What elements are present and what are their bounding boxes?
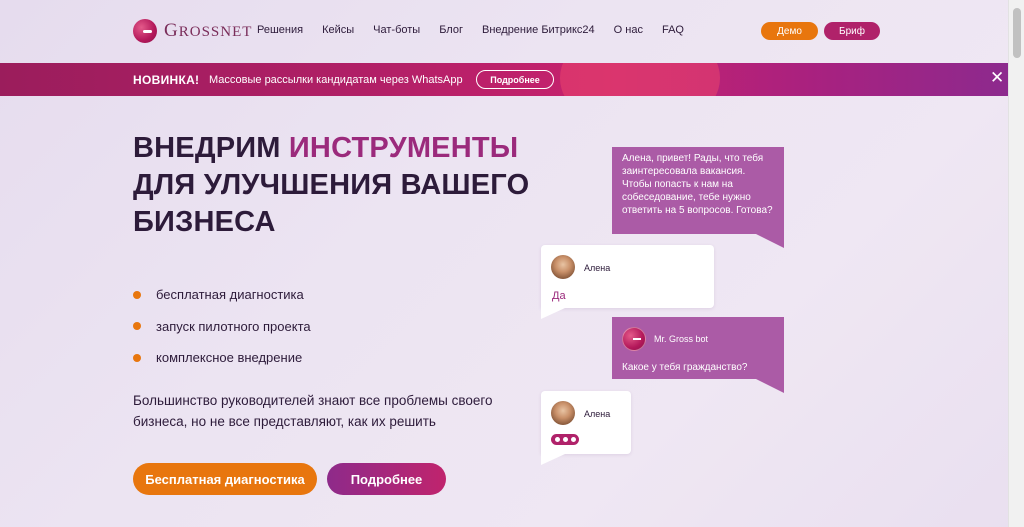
hero-title-accent: ИНСТРУМЕНТЫ [288,132,519,164]
list-item: запуск пилотного проекта [133,311,311,343]
grossnet-logo[interactable]: GROSSNET [133,18,252,44]
feature-list: бесплатная диагностика запуск пилотного … [133,279,311,374]
main-nav: Решения Кейсы Чат-боты Блог Внедрение Би… [257,24,703,36]
nav-item-faq[interactable]: FAQ [662,24,684,36]
hero-description: Большинство руководителей знают все проб… [133,393,493,429]
list-item: комплексное внедрение [133,342,311,374]
user-name: Алена [584,409,611,419]
user-name: Алена [584,263,611,273]
hero-title: ВНЕДРИМ ИНСТРУМЕНТЫ ДЛЯ УЛУЧШЕНИЯ ВАШЕГО… [133,132,530,238]
banner-text: Массовые рассылки кандидатам через Whats… [209,74,463,86]
banner-more-button[interactable]: Подробнее [476,70,554,89]
nav-item-blog[interactable]: Блог [439,24,463,36]
more-button[interactable]: Подробнее [327,463,446,495]
user-message-bubble: Алена Да [541,245,714,319]
site-header: GROSSNET Решения Кейсы Чат-боты Блог Вне… [0,0,1008,62]
close-icon[interactable]: ✕ [990,68,1004,88]
logo-text: GROSSNET [164,20,253,41]
avatar-icon [551,401,575,425]
bullet-icon [133,322,141,331]
banner-badge: НОВИНКА! [133,73,200,87]
brief-button[interactable]: Бриф [824,22,880,40]
user-answer: Да [552,290,566,302]
bot-message-bubble-2: Mr. Gross bot Какое у тебя гражданство? [612,317,784,393]
scrollbar-thumb[interactable] [1013,8,1021,58]
typing-indicator-icon [551,434,579,445]
free-diagnostics-button[interactable]: Бесплатная диагностика [133,463,317,495]
avatar-icon [551,255,575,279]
bullet-icon [133,353,141,362]
demo-button[interactable]: Демо [761,22,818,40]
nav-item-bitrix24[interactable]: Внедрение Битрикс24 [482,24,595,36]
nav-item-cases[interactable]: Кейсы [322,24,354,36]
bullet-icon [133,290,141,299]
promo-banner: НОВИНКА! Массовые рассылки кандидатам че… [0,63,1013,96]
bot-avatar-icon [622,327,646,351]
bot-name: Mr. Gross bot [654,333,709,344]
page-scrollbar[interactable] [1008,0,1024,527]
grossnet-logo-icon [133,19,157,43]
nav-item-chatbots[interactable]: Чат-боты [373,24,420,36]
nav-item-about[interactable]: О нас [614,24,643,36]
nav-item-solutions[interactable]: Решения [257,24,303,36]
bot-message-bubble: Алена, привет! Рады, что тебя заинтересо… [612,147,784,248]
bot-question: Какое у тебя гражданство? [622,362,748,373]
user-typing-bubble: Алена [541,391,631,465]
list-item: бесплатная диагностика [133,279,311,311]
